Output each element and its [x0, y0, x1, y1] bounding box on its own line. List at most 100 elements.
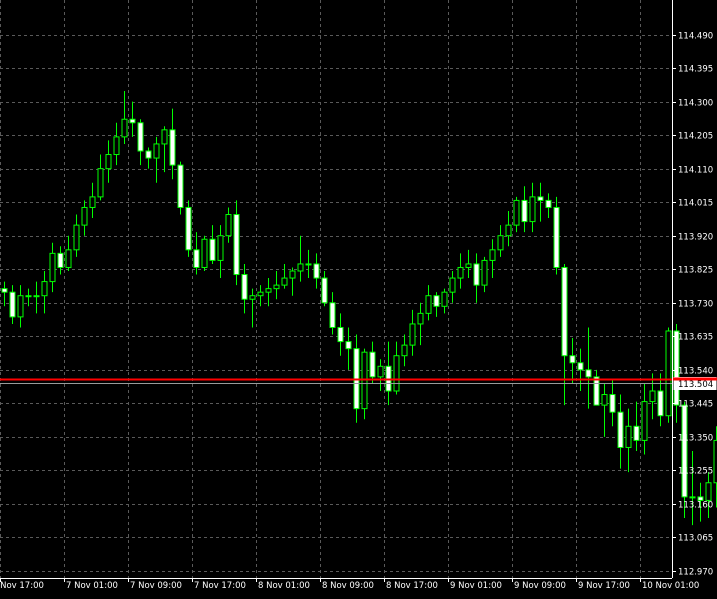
price-tick-label: 113.160 — [678, 501, 713, 511]
time-tick-label: 7 Nov 01:00 — [66, 581, 118, 591]
candle-body — [241, 274, 248, 300]
price-tick-label: 113.920 — [678, 233, 713, 243]
candle-body — [185, 206, 192, 251]
candle-body — [409, 323, 416, 346]
candle-body — [73, 224, 80, 251]
candle-body — [25, 295, 32, 298]
current-price-tag-label: 113.504 — [678, 380, 713, 390]
candle-body — [145, 150, 152, 159]
time-tick-label: 9 Nov 17:00 — [578, 581, 630, 591]
candle — [553, 196, 560, 275]
candle-body — [81, 206, 88, 226]
candle-body — [225, 214, 232, 237]
time-tick-label: 7 Nov 09:00 — [130, 581, 182, 591]
candle-body — [57, 252, 64, 268]
candle-body — [537, 196, 544, 201]
candle-body — [89, 196, 96, 208]
candle-body — [273, 284, 280, 290]
candle-body — [345, 341, 352, 350]
candle-body — [233, 214, 240, 276]
candle-body — [569, 355, 576, 364]
candle-body — [505, 224, 512, 237]
candle-body — [113, 136, 120, 156]
candle-body — [33, 295, 40, 298]
candle-body — [545, 199, 552, 208]
candle-body — [625, 425, 632, 448]
candle-body — [529, 196, 536, 223]
candle-body — [601, 394, 608, 406]
price-tick-label: 114.110 — [678, 166, 713, 176]
candle-body — [473, 263, 480, 286]
candle-body — [41, 281, 48, 297]
candle-body — [689, 496, 696, 499]
price-tick-label: 113.350 — [678, 434, 713, 444]
candle-body — [297, 263, 304, 272]
candle-body — [177, 164, 184, 208]
time-tick-label: 7 Nov 17:00 — [194, 581, 246, 591]
candle-body — [201, 238, 208, 268]
candle-body — [665, 330, 672, 417]
candle-body — [521, 199, 528, 223]
candle-body — [401, 344, 408, 357]
candle-body — [497, 235, 504, 251]
candle-body — [193, 249, 200, 268]
price-tick-label: 113.445 — [678, 400, 713, 410]
candle-body — [329, 302, 336, 328]
candle-body — [49, 252, 56, 283]
candle-body — [577, 362, 584, 371]
price-tick-label: 114.015 — [678, 199, 713, 209]
candle — [177, 161, 184, 215]
price-tick-label: 113.065 — [678, 534, 713, 544]
candle-body — [441, 291, 448, 307]
price-chart[interactable]: 114.490 114.395 114.300 114.205 114.110 114.0… — [0, 0, 717, 595]
time-tick-label: 10 Nov 01:00 — [642, 581, 699, 591]
candle-body — [9, 291, 16, 318]
candle-body — [513, 199, 520, 226]
time-tick-label: 9 Nov 09:00 — [514, 581, 566, 591]
candle-body — [281, 277, 288, 286]
candle-body — [465, 263, 472, 268]
price-tick-label: 114.300 — [678, 99, 713, 109]
candle-body — [313, 263, 320, 279]
candle-body — [161, 129, 168, 145]
candle-body — [105, 154, 112, 170]
candle-body — [433, 295, 440, 307]
candle-body — [609, 394, 616, 413]
candlestick-chart-svg[interactable]: 114.490 114.395 114.300 114.205 114.110 114.0… — [0, 0, 717, 595]
candle-body — [121, 118, 128, 138]
candle-body — [657, 390, 664, 417]
candle-body — [169, 129, 176, 166]
time-tick-label: 9 Nov 01:00 — [450, 581, 502, 591]
price-tick-label: 113.730 — [678, 300, 713, 310]
candle-body — [561, 266, 568, 357]
price-tick-label: 114.395 — [678, 65, 713, 75]
candle-body — [337, 326, 344, 343]
candle-body — [425, 295, 432, 314]
candle-body — [377, 365, 384, 378]
candle-body — [585, 369, 592, 378]
candle-body — [393, 355, 400, 392]
price-tick-label: 114.205 — [678, 132, 713, 142]
candle-body — [249, 295, 256, 300]
candle-body — [481, 259, 488, 286]
candle-body — [137, 122, 144, 152]
candle-body — [417, 312, 424, 325]
candle-body — [705, 482, 712, 501]
candle-body — [305, 263, 312, 266]
time-tick-label: 7 Nov 17:00 — [0, 581, 44, 591]
candle-body — [321, 277, 328, 304]
candle-body — [1, 288, 8, 293]
candle-body — [369, 351, 376, 378]
price-tick-label: 112.970 — [678, 568, 713, 578]
candle-body — [681, 404, 688, 498]
chart-background — [0, 0, 717, 595]
price-tick-label: 113.255 — [678, 467, 713, 477]
candle-body — [217, 235, 224, 261]
candle-body — [593, 376, 600, 406]
candle-body — [649, 390, 656, 403]
price-tick-label: 113.825 — [678, 266, 713, 276]
candle-body — [209, 238, 216, 261]
time-tick-label: 8 Nov 17:00 — [386, 581, 438, 591]
bid-price-marker — [673, 377, 717, 381]
candle-body — [257, 291, 264, 297]
